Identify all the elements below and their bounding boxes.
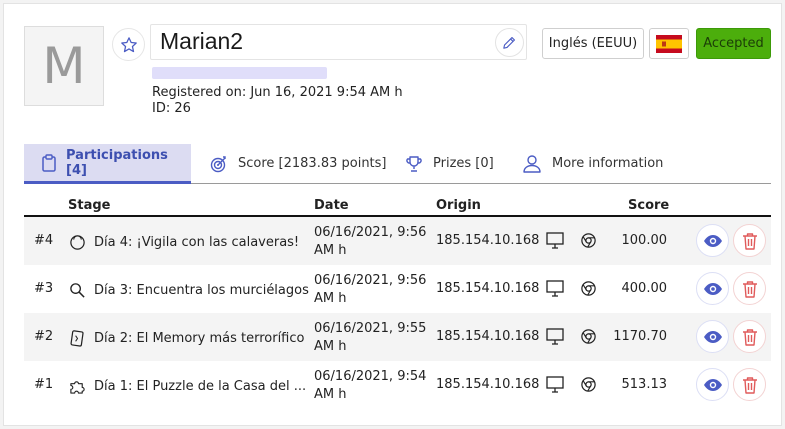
chrome-icon [581, 329, 596, 344]
user-icon [523, 154, 541, 173]
header-date: Date [314, 198, 349, 213]
row-number: #2 [34, 329, 54, 344]
pencil-icon [503, 36, 516, 49]
date-cell: 06/16/2021, 9:54 AM h [314, 369, 427, 402]
user-detail-card: M Marian2 Registered on: Jun 16, 2021 9:… [3, 3, 782, 426]
delete-button[interactable] [733, 224, 766, 257]
status-badge[interactable]: Accepted [696, 28, 771, 59]
desktop-icon [546, 232, 564, 249]
date-cell: 06/16/2021, 9:56 AM h [314, 225, 427, 258]
tab-participations[interactable]: Participations [4] [24, 144, 191, 184]
row-number: #3 [34, 281, 54, 296]
user-meta: Registered on: Jun 16, 2021 9:54 AM h ID… [152, 85, 403, 117]
edit-name-button[interactable] [495, 28, 524, 57]
view-button[interactable] [696, 320, 729, 353]
stage-name: Día 2: El Memory más terrorífico [68, 329, 304, 347]
stage-name: Día 4: ¡Vigila con las calaveras! [68, 233, 299, 251]
eye-icon [703, 378, 722, 391]
chrome-icon [581, 377, 596, 392]
trash-icon [742, 376, 757, 394]
header-score: Score [628, 198, 670, 213]
score-value: 1170.70 [613, 329, 667, 344]
tab-bar: Participations [4] Score [2183.83 points… [24, 144, 771, 184]
eye-icon [703, 234, 722, 247]
trash-icon [742, 328, 757, 346]
view-button[interactable] [696, 368, 729, 401]
trophy-icon [406, 155, 422, 172]
stage-name: Día 3: Encuentra los murciélagos [68, 281, 309, 299]
skull-icon [69, 234, 85, 250]
target-icon [210, 155, 226, 172]
origin-ip: 185.154.10.168 [436, 329, 540, 344]
table-header: Stage Date Origin Score [24, 198, 771, 217]
row-number: #1 [34, 377, 54, 392]
score-value: 400.00 [621, 281, 668, 296]
search-icon [69, 282, 85, 298]
row-number: #4 [34, 233, 54, 248]
date-cell: 06/16/2021, 9:56 AM h [314, 273, 427, 306]
country-flag [649, 28, 689, 59]
header-stage: Stage [68, 198, 111, 213]
star-icon [120, 36, 137, 52]
name-field[interactable]: Marian2 [150, 24, 527, 60]
language-button[interactable]: Inglés (EEUU) [542, 28, 644, 59]
score-value: 513.13 [621, 377, 668, 392]
date-cell: 06/16/2021, 9:55 AM h [314, 321, 427, 354]
trash-icon [742, 232, 757, 250]
delete-button[interactable] [733, 368, 766, 401]
eye-icon [703, 330, 722, 343]
spain-flag-icon [656, 34, 682, 53]
header-origin: Origin [436, 198, 481, 213]
score-value: 100.00 [621, 233, 668, 248]
user-name: Marian2 [160, 28, 244, 54]
clipboard-icon [42, 153, 56, 172]
cards-icon [69, 329, 84, 347]
table-row: #4 Día 4: ¡Vigila con las calaveras! 06/… [24, 217, 771, 265]
desktop-icon [546, 280, 564, 297]
origin-ip: 185.154.10.168 [436, 377, 540, 392]
trash-icon [742, 280, 757, 298]
view-button[interactable] [696, 272, 729, 305]
desktop-icon [546, 376, 564, 393]
delete-button[interactable] [733, 272, 766, 305]
tab-score[interactable]: Score [2183.83 points] [210, 144, 387, 183]
participations-table: Stage Date Origin Score #4 Día 4: ¡Vigil… [24, 198, 771, 409]
stage-name: Día 1: El Puzzle de la Casa del ... [68, 377, 306, 395]
origin-ip: 185.154.10.168 [436, 281, 540, 296]
view-button[interactable] [696, 224, 729, 257]
tab-more-information[interactable]: More information [522, 144, 663, 183]
registered-date: Registered on: Jun 16, 2021 9:54 AM h [152, 85, 403, 100]
user-id: ID: 26 [152, 101, 191, 116]
email-redacted [152, 67, 327, 79]
chrome-icon [581, 233, 596, 248]
origin-ip: 185.154.10.168 [436, 233, 540, 248]
table-row: #3 Día 3: Encuentra los murciélagos 06/1… [24, 265, 771, 313]
eye-icon [703, 282, 722, 295]
delete-button[interactable] [733, 320, 766, 353]
puzzle-icon [69, 380, 85, 394]
desktop-icon [546, 328, 564, 345]
table-row: #2 Día 2: El Memory más terrorífico 06/1… [24, 313, 771, 361]
favorite-button[interactable] [112, 28, 145, 61]
chrome-icon [581, 281, 596, 296]
avatar: M [24, 26, 104, 106]
table-row: #1 Día 1: El Puzzle de la Casa del ... 0… [24, 361, 771, 409]
tab-prizes[interactable]: Prizes [0] [405, 144, 494, 183]
